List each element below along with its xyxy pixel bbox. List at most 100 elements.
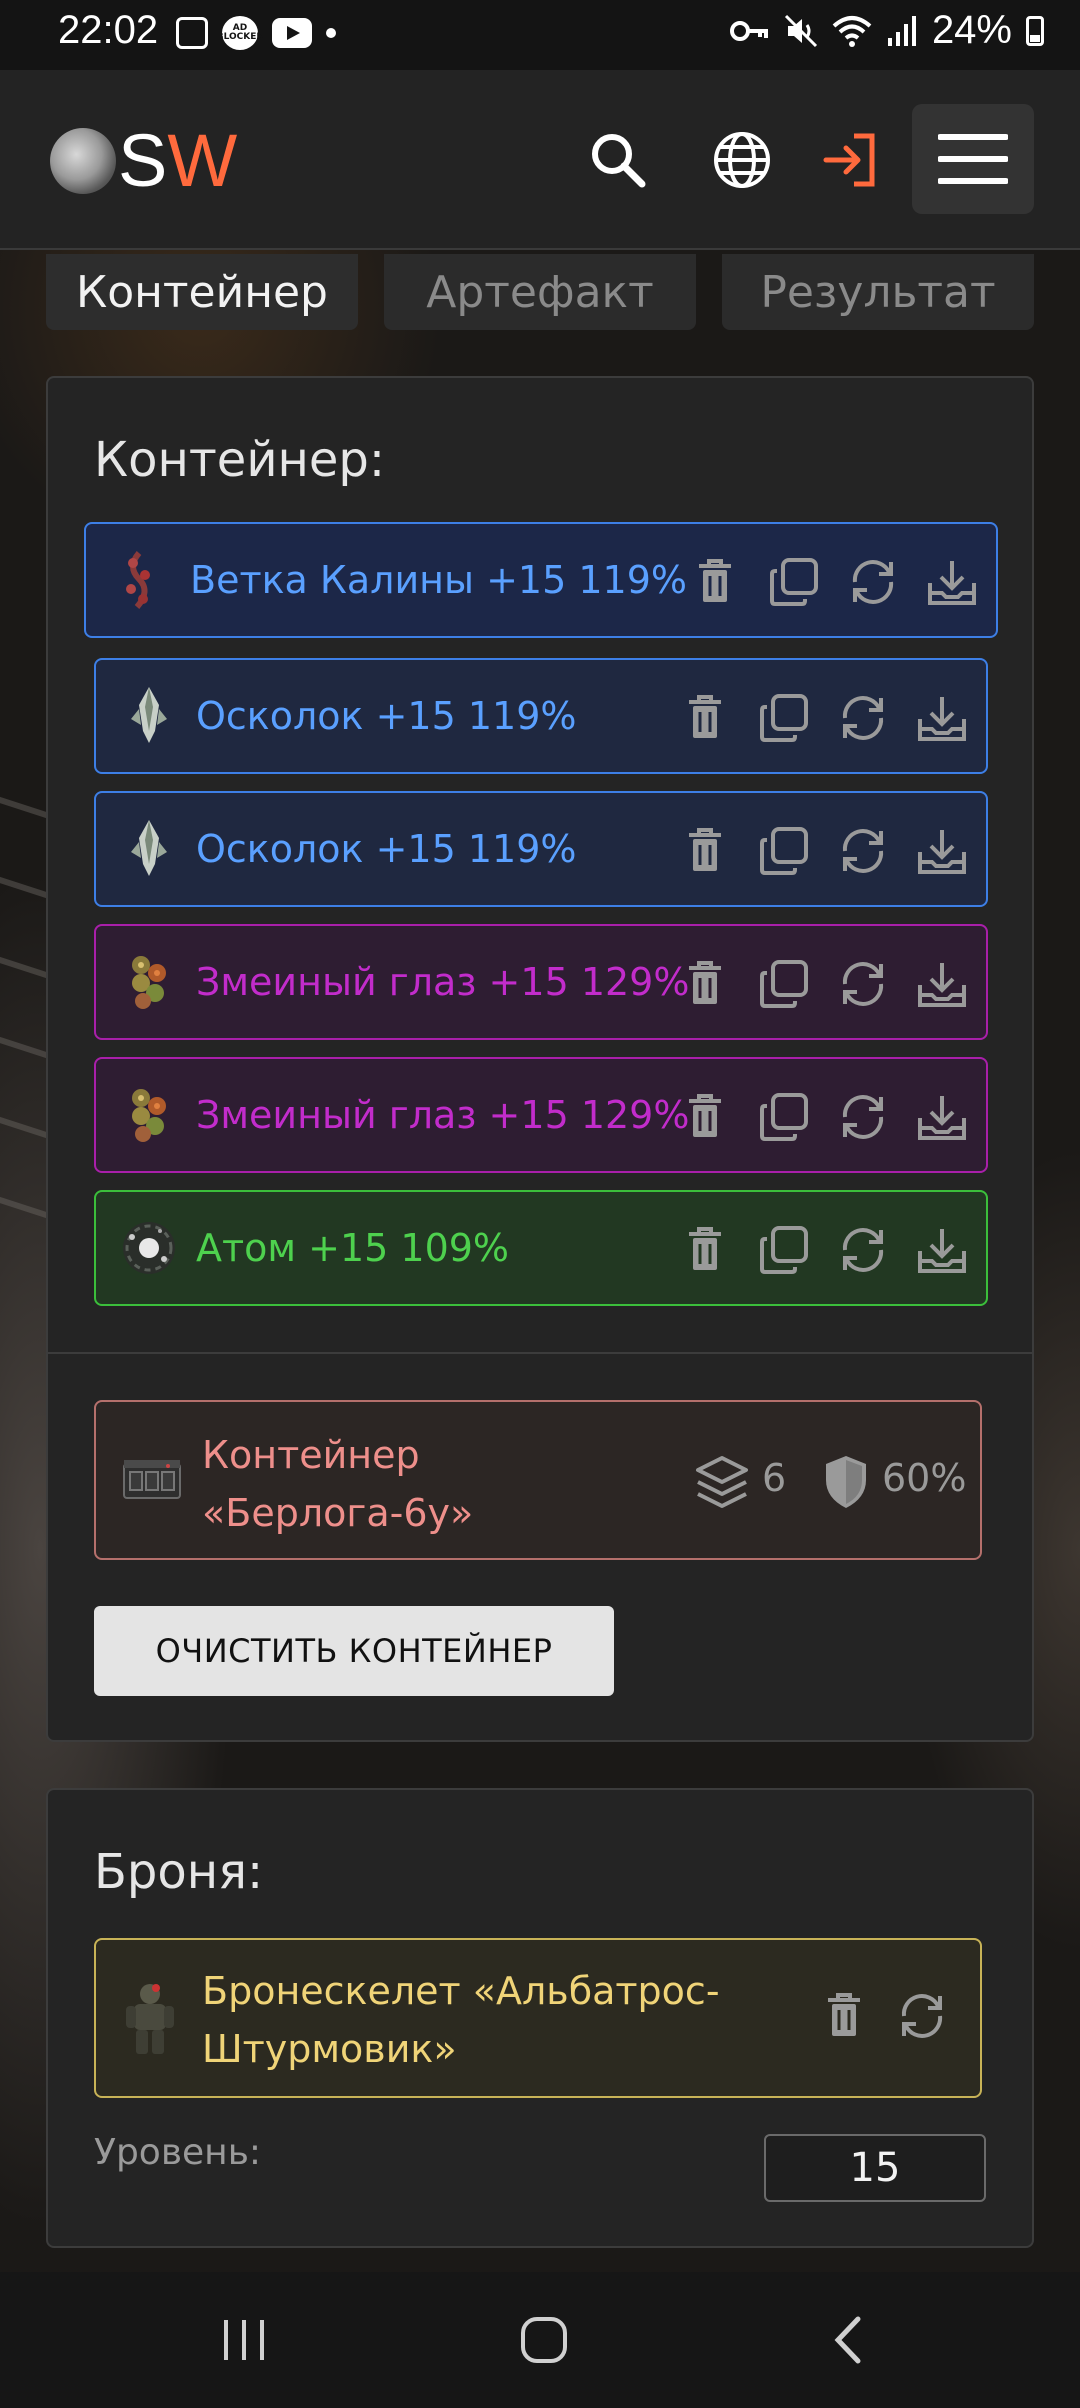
download-button[interactable] — [916, 1220, 968, 1280]
recent-apps-icon — [224, 2320, 264, 2360]
delete-button[interactable] — [679, 1087, 731, 1147]
logo-emblem — [50, 128, 116, 194]
download-icon — [918, 1229, 966, 1273]
login-button[interactable] — [812, 122, 888, 198]
snake-eye-artifact-icon — [118, 951, 180, 1013]
status-bar: 22:02 AD BLOCKER 24% — [0, 0, 1080, 70]
replace-button[interactable] — [837, 688, 889, 748]
artifact-row[interactable]: Змеиный глаз +15 129% — [94, 924, 988, 1040]
site-header: S W — [0, 70, 1080, 250]
delete-button[interactable] — [689, 552, 741, 612]
container-slots-value: 6 — [762, 1456, 787, 1500]
recent-apps-button[interactable] — [214, 2312, 274, 2368]
container-card: Контейнер: Ветка Калины +15 119% Осколок… — [46, 376, 1034, 1742]
artifact-row[interactable]: Осколок +15 119% — [94, 791, 988, 907]
artifact-row[interactable]: Осколок +15 119% — [94, 658, 988, 774]
download-icon — [918, 830, 966, 874]
replace-button[interactable] — [837, 1087, 889, 1147]
refresh-icon — [842, 696, 884, 740]
armor-selection[interactable]: Бронескелет «Альбатрос- Штурмовик» — [94, 1938, 982, 2098]
artifact-row[interactable]: Ветка Калины +15 119% — [84, 522, 998, 638]
container-name: Контейнер «Берлога-6у» — [202, 1426, 502, 1542]
artifact-label: Атом +15 109% — [196, 1226, 510, 1270]
tab-container[interactable]: Контейнер — [46, 254, 358, 330]
delete-button[interactable] — [679, 688, 731, 748]
back-button[interactable] — [818, 2312, 878, 2368]
armor-card-title: Броня: — [94, 1844, 264, 1900]
layers-icon — [694, 1454, 750, 1514]
replace-armor-button[interactable] — [896, 1990, 948, 2046]
trash-icon — [689, 1094, 721, 1137]
level-input[interactable]: 15 — [764, 2134, 986, 2202]
tab-artifact[interactable]: Артефакт — [384, 254, 696, 330]
battery-percent: 24% — [931, 8, 1012, 52]
download-icon — [928, 561, 976, 605]
shard-artifact-icon — [118, 818, 180, 880]
mute-icon — [784, 14, 817, 47]
home-icon — [521, 2317, 567, 2363]
delete-armor-button[interactable] — [824, 1992, 864, 2044]
trash-icon — [689, 1227, 721, 1270]
replace-button[interactable] — [847, 552, 899, 612]
copy-button[interactable] — [758, 954, 810, 1014]
refresh-icon — [842, 829, 884, 873]
artifact-row[interactable]: Змеиный глаз +15 129% — [94, 1057, 988, 1173]
site-logo[interactable]: S W — [50, 124, 237, 198]
replace-button[interactable] — [837, 821, 889, 881]
container-name-line1: Контейнер — [202, 1433, 420, 1477]
key-icon — [729, 20, 768, 41]
artifact-label: Осколок +15 119% — [196, 827, 577, 871]
download-icon — [918, 697, 966, 741]
download-button[interactable] — [916, 821, 968, 881]
container-protection-value: 60% — [882, 1456, 967, 1500]
download-button[interactable] — [926, 552, 978, 612]
copy-button[interactable] — [758, 821, 810, 881]
wifi-icon — [832, 15, 872, 47]
search-icon — [592, 134, 646, 188]
artifact-label: Змеиный глаз +15 129% — [196, 960, 690, 1004]
download-icon — [918, 963, 966, 1007]
delete-button[interactable] — [679, 821, 731, 881]
download-button[interactable] — [916, 1087, 968, 1147]
trash-icon — [689, 828, 721, 871]
copy-button[interactable] — [758, 688, 810, 748]
delete-button[interactable] — [679, 954, 731, 1014]
download-button[interactable] — [916, 954, 968, 1014]
search-button[interactable] — [580, 122, 656, 198]
container-selection[interactable]: Контейнер «Берлога-6у» 6 60% — [94, 1400, 982, 1560]
copy-icon — [760, 827, 808, 875]
battery-icon — [1026, 15, 1044, 46]
artifact-row[interactable]: Атом +15 109% — [94, 1190, 988, 1306]
trash-icon — [828, 1993, 860, 2036]
more-notifications-dot — [326, 28, 336, 38]
language-button[interactable] — [704, 122, 780, 198]
artifact-label: Ветка Калины +15 119% — [190, 558, 687, 602]
status-time: 22:02 — [58, 8, 159, 52]
home-button[interactable] — [514, 2312, 574, 2368]
clear-container-button[interactable]: ОЧИСТИТЬ КОНТЕЙНЕР — [94, 1606, 614, 1696]
artifact-label: Осколок +15 119% — [196, 694, 577, 738]
replace-button[interactable] — [837, 954, 889, 1014]
youtube-notification-icon — [272, 18, 312, 48]
copy-button[interactable] — [758, 1220, 810, 1280]
trash-icon — [689, 961, 721, 1004]
menu-button[interactable] — [912, 104, 1034, 214]
copy-button[interactable] — [758, 1087, 810, 1147]
download-button[interactable] — [916, 688, 968, 748]
shard-artifact-icon — [118, 685, 180, 747]
replace-button[interactable] — [837, 1220, 889, 1280]
refresh-icon — [901, 1994, 943, 2038]
delete-button[interactable] — [679, 1220, 731, 1280]
tab-result[interactable]: Результат — [722, 254, 1034, 330]
level-label: Уровень: — [94, 2132, 262, 2173]
refresh-icon — [842, 1095, 884, 1139]
container-name-line2: «Берлога-6у» — [202, 1491, 474, 1535]
copy-button[interactable] — [768, 552, 820, 612]
copy-icon — [760, 694, 808, 742]
copy-icon — [770, 558, 818, 606]
refresh-icon — [842, 962, 884, 1006]
artifact-label: Змеиный глаз +15 129% — [196, 1093, 690, 1137]
download-icon — [918, 1096, 966, 1140]
copy-icon — [760, 1226, 808, 1274]
atom-artifact-icon — [118, 1217, 180, 1279]
